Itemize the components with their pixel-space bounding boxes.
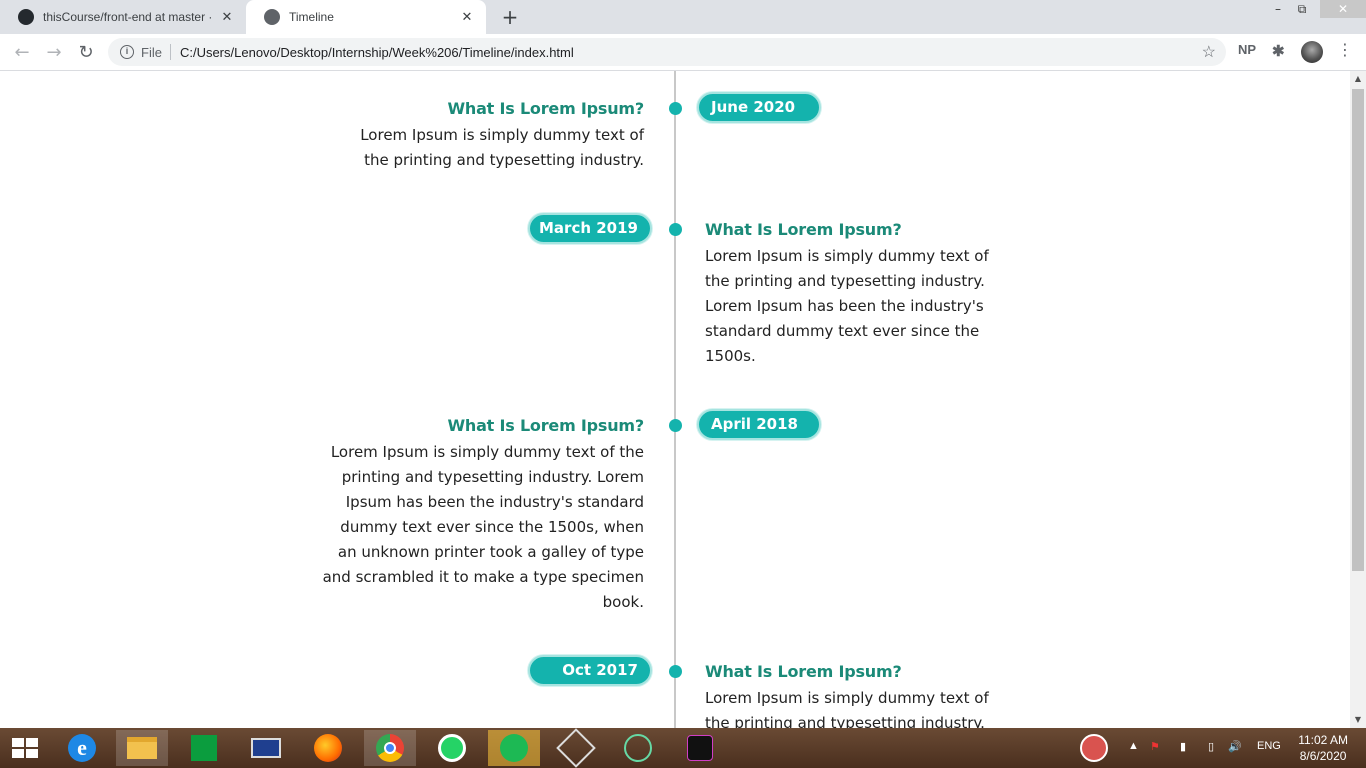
timeline-dot: [669, 419, 682, 432]
info-icon[interactable]: i: [120, 45, 134, 59]
signal-icon[interactable]: ▮: [1180, 740, 1186, 753]
language-indicator[interactable]: ENG: [1257, 740, 1281, 752]
timeline-axis: [674, 71, 676, 728]
page-viewport: What Is Lorem Ipsum? Lorem Ipsum is simp…: [0, 71, 1350, 728]
reload-icon[interactable]: ↻: [74, 41, 98, 65]
store-icon[interactable]: [178, 730, 230, 766]
extensions-puzzle-icon[interactable]: ✱: [1272, 42, 1285, 60]
entry-text: Lorem Ipsum is simply dummy text of the …: [705, 689, 989, 728]
forward-arrow-icon[interactable]: →: [42, 41, 66, 65]
profile-avatar[interactable]: [1301, 41, 1323, 63]
clock-date: 8/6/2020: [1299, 749, 1347, 763]
url-scheme: File: [141, 44, 162, 60]
entry-text: Lorem Ipsum is simply dummy text of the …: [322, 443, 644, 611]
tab-timeline[interactable]: Timeline ✕: [246, 0, 486, 34]
browser-toolbar: ← → ↻ i File C:/Users/Lenovo/Desktop/Int…: [0, 34, 1366, 71]
timeline-dot: [669, 223, 682, 236]
scrollbar-thumb[interactable]: [1352, 89, 1364, 571]
timeline-entry: What Is Lorem Ipsum? Lorem Ipsum is simp…: [334, 98, 644, 173]
entry-text: Lorem Ipsum is simply dummy text of the …: [705, 247, 989, 365]
tab-title: thisCourse/front-end at master ·: [43, 10, 213, 24]
spider-icon[interactable]: [550, 728, 602, 768]
chrome-icon[interactable]: [364, 730, 416, 766]
atom-icon[interactable]: [612, 730, 664, 766]
tab-title: Timeline: [289, 10, 334, 24]
close-tab-icon[interactable]: ✕: [218, 9, 236, 25]
volume-icon[interactable]: 🔊: [1228, 740, 1242, 753]
battery-icon[interactable]: ▯: [1208, 740, 1214, 753]
date-badge: April 2018: [697, 409, 821, 440]
entry-title: What Is Lorem Ipsum?: [447, 416, 644, 435]
system-clock[interactable]: 11:02 AM 8/6/2020: [1298, 732, 1348, 764]
file-explorer-icon[interactable]: [116, 730, 168, 766]
extension-np-icon[interactable]: NP: [1238, 42, 1256, 57]
tab-github[interactable]: thisCourse/front-end at master · ✕: [0, 0, 246, 34]
firefox-icon[interactable]: [302, 730, 354, 766]
entry-title: What Is Lorem Ipsum?: [447, 99, 644, 118]
scroll-down-icon[interactable]: ▼: [1350, 712, 1366, 728]
entry-title: What Is Lorem Ipsum?: [705, 220, 902, 239]
whatsapp-icon[interactable]: [426, 730, 478, 766]
date-badge: March 2019: [528, 213, 652, 244]
minimize-icon[interactable]: –: [1266, 0, 1290, 18]
clock-time: 11:02 AM: [1298, 733, 1348, 747]
new-tab-button[interactable]: +: [498, 5, 522, 29]
network-flag-icon[interactable]: ⚑: [1150, 740, 1160, 753]
entry-text: Lorem Ipsum is simply dummy text of the …: [360, 126, 644, 169]
date-badge: Oct 2017: [528, 655, 652, 686]
timeline-dot: [669, 665, 682, 678]
lenovo-icon[interactable]: [240, 730, 292, 766]
close-tab-icon[interactable]: ✕: [458, 9, 476, 25]
restore-icon[interactable]: ⧉: [1290, 0, 1314, 18]
back-arrow-icon[interactable]: ←: [10, 41, 34, 65]
scroll-up-icon[interactable]: ▲: [1350, 71, 1366, 87]
vertical-scrollbar[interactable]: ▲ ▼: [1350, 71, 1366, 728]
timeline-entry: What Is Lorem Ipsum? Lorem Ipsum is simp…: [322, 415, 645, 615]
url-text[interactable]: C:/Users/Lenovo/Desktop/Internship/Week%…: [180, 45, 574, 60]
internet-explorer-icon[interactable]: e: [56, 730, 108, 766]
omnibox-divider: [169, 44, 171, 60]
timeline-dot: [669, 102, 682, 115]
windows-start-icon[interactable]: [12, 738, 38, 758]
spotify-icon[interactable]: [488, 730, 540, 766]
bookmark-star-icon[interactable]: ☆: [1202, 42, 1216, 62]
windows-taskbar: e ▲ ⚑ ▮ ▯ 🔊 ENG 11:02 AM 8/6/2020: [0, 728, 1366, 768]
date-badge: June 2020: [697, 92, 821, 123]
timeline-entry: What Is Lorem Ipsum? Lorem Ipsum is simp…: [705, 661, 1010, 728]
terminal-icon[interactable]: [674, 730, 726, 766]
tray-expand-icon[interactable]: ▲: [1128, 740, 1139, 752]
tab-strip: thisCourse/front-end at master · ✕ Timel…: [0, 0, 1366, 34]
globe-icon: [264, 9, 280, 25]
github-icon: [18, 9, 34, 25]
antivirus-tray-icon[interactable]: [1068, 730, 1120, 766]
timeline-entry: What Is Lorem Ipsum? Lorem Ipsum is simp…: [705, 219, 1010, 369]
kebab-menu-icon[interactable]: ⋮: [1337, 40, 1353, 59]
entry-title: What Is Lorem Ipsum?: [705, 662, 902, 681]
window-close-icon[interactable]: ✕: [1320, 0, 1366, 18]
address-bar[interactable]: i File C:/Users/Lenovo/Desktop/Internshi…: [108, 38, 1226, 66]
